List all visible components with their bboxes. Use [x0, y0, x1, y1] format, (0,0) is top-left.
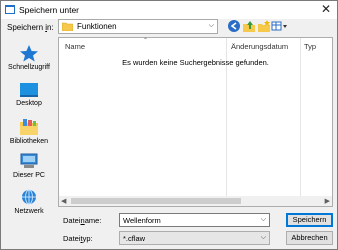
place-network[interactable]: Netzwerk — [3, 188, 55, 215]
save-button[interactable]: Speichern — [286, 213, 333, 227]
savein-label: Speichern in: — [7, 23, 54, 32]
title-bar: Speichern unter ✕ — [1, 1, 337, 19]
column-header-type[interactable]: Typ — [304, 42, 316, 51]
save-as-dialog: Speichern unter ✕ Speichern in: Funktion… — [0, 0, 338, 250]
filename-input[interactable]: Wellenform ⌵ — [119, 213, 270, 227]
places-bar: Schnellzugriff Desktop Bibliotheken Dies… — [3, 38, 55, 220]
scroll-left-icon[interactable]: ◀ — [61, 197, 66, 205]
place-libraries[interactable]: Bibliotheken — [3, 118, 55, 145]
folder-icon — [62, 22, 73, 31]
up-folder-button[interactable] — [242, 19, 256, 33]
filetype-dropdown[interactable]: *.cflaw ⌵ — [119, 231, 270, 245]
savein-dropdown[interactable]: Funktionen ⌵ — [58, 19, 218, 34]
empty-message: Es wurden keine Suchergebnisse gefunden. — [122, 58, 269, 67]
savein-value: Funktionen — [77, 22, 117, 31]
column-header-name[interactable]: Name — [65, 42, 85, 51]
place-desktop[interactable]: Desktop — [3, 82, 55, 107]
new-folder-button[interactable] — [257, 19, 271, 33]
file-list[interactable]: ⌃ Name Änderungsdatum Typ Es wurden kein… — [58, 37, 333, 206]
scrollbar-thumb[interactable] — [71, 198, 241, 204]
place-quick-access[interactable]: Schnellzugriff — [3, 44, 55, 71]
filename-label: Dateiname: — [63, 216, 102, 225]
computer-icon — [20, 153, 38, 168]
back-button[interactable] — [227, 19, 241, 33]
filetype-label: Dateityp: — [63, 234, 93, 243]
cancel-button[interactable]: Abbrechen — [286, 231, 333, 245]
app-icon — [5, 5, 15, 14]
chevron-down-icon: ⌵ — [260, 234, 266, 241]
window-title: Speichern unter — [19, 5, 80, 15]
chevron-down-icon: ⌵ — [208, 22, 214, 29]
scroll-right-icon[interactable]: ▶ — [325, 197, 330, 205]
library-icon — [20, 119, 38, 135]
place-label: Dieser PC — [13, 172, 45, 179]
place-label: Netzwerk — [14, 208, 44, 215]
chevron-down-icon[interactable]: ⌵ — [261, 216, 266, 224]
place-label: Desktop — [16, 100, 42, 107]
view-menu-button[interactable] — [271, 19, 289, 33]
desktop-icon — [20, 83, 38, 97]
star-icon — [20, 45, 38, 62]
place-this-pc[interactable]: Dieser PC — [3, 152, 55, 179]
sort-ascending-icon: ⌃ — [143, 38, 149, 44]
place-label: Schnellzugriff — [8, 64, 50, 71]
close-button[interactable]: ✕ — [319, 2, 333, 16]
filename-value: Wellenform — [123, 216, 161, 225]
horizontal-scrollbar[interactable]: ◀ ▶ — [58, 196, 333, 207]
filetype-value: *.cflaw — [123, 234, 146, 243]
column-header-date[interactable]: Änderungsdatum — [231, 42, 288, 51]
network-icon — [22, 189, 36, 205]
place-label: Bibliotheken — [9, 138, 49, 145]
